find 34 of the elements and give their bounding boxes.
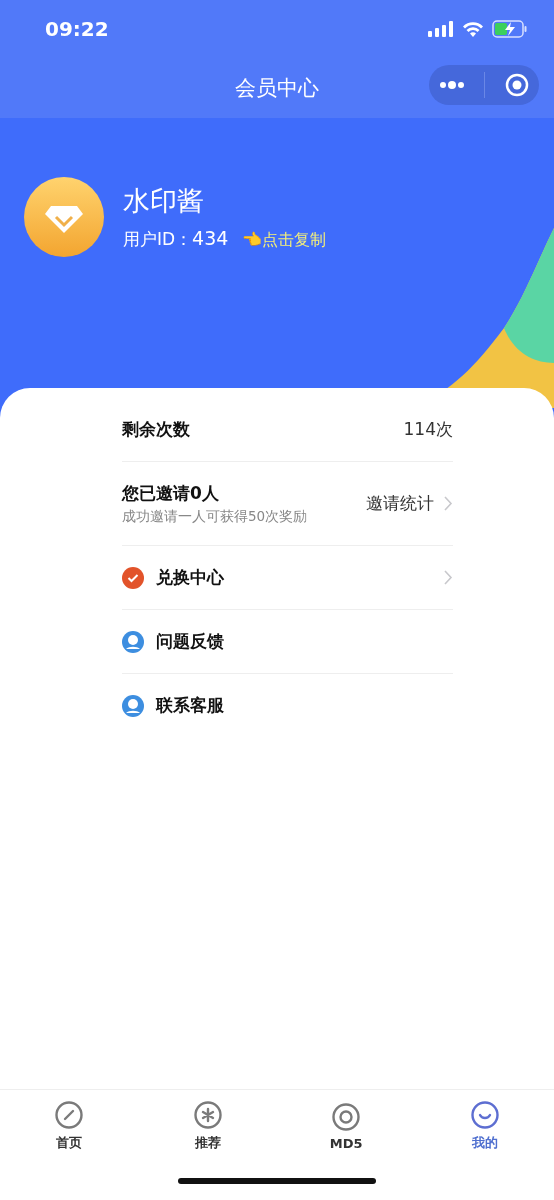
status-time: 09:22 [45,17,109,41]
page-title: 会员中心 [235,75,319,102]
user-icon [122,630,144,653]
tab[interactable]: MD5 [277,1090,416,1162]
invite-hint: 成功邀请一人可获得50次奖励 [122,507,308,526]
menu-label: 联系客服 [156,694,224,717]
user-id-label: 用户ID： [123,228,193,251]
more-icon[interactable] [438,81,465,89]
copy-link[interactable]: 👈点击复制 [242,230,327,251]
snowflake-icon [192,1100,223,1130]
check-circle-icon [122,566,144,589]
menu-item[interactable]: 问题反馈 [122,610,453,674]
ring-icon [331,1101,362,1132]
tab[interactable]: 推荐 [138,1090,277,1162]
wifi-icon [462,21,484,37]
menu-label: 剩余次数 [122,418,190,441]
smile-icon [469,1100,500,1130]
menu-label: 问题反馈 [156,630,224,653]
diamond-avatar-icon [23,176,105,258]
invite-title: 您已邀请0人 [122,481,220,505]
signal-icon [428,21,454,37]
remaining-count: 114次 [403,418,453,441]
tab[interactable]: 首页 [0,1090,139,1162]
user-icon [122,694,144,717]
slash-circle-icon [54,1100,85,1130]
tab[interactable]: 我的 [415,1090,554,1162]
invite-stats-link[interactable]: 邀请统计 [366,492,434,515]
user-name: 水印酱 [123,184,205,218]
menu-label: 兑换中心 [156,566,224,589]
user-id: 434 [192,227,229,249]
menu-item[interactable]: 兑换中心 [122,546,453,610]
battery-icon [492,20,528,38]
chevron-icon [444,570,453,585]
menu-item[interactable]: 联系客服 [122,674,453,737]
